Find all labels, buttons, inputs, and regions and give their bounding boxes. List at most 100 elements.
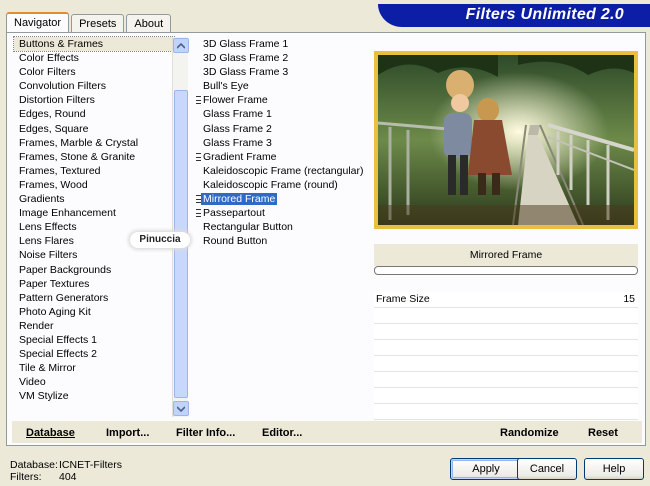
category-item[interactable]: Paper Backgrounds [14, 263, 174, 277]
marker-icon [196, 96, 201, 105]
watermark-label: Pinuccia [130, 232, 190, 248]
filter-item-label: Rectangular Button [203, 221, 293, 234]
chevron-up-icon [177, 42, 185, 49]
filter-item-label: 3D Glass Frame 3 [203, 66, 289, 79]
progress-bar [374, 266, 638, 275]
status-database-label: Database: [10, 459, 58, 471]
category-item[interactable]: Color Effects [14, 51, 174, 65]
banner-title: Filters Unlimited 2.0 [465, 6, 624, 23]
category-item[interactable]: Pattern Generators [14, 291, 174, 305]
filter-item-label: Glass Frame 1 [203, 108, 272, 121]
category-item[interactable]: Video [14, 375, 174, 389]
import-button[interactable]: Import... [106, 427, 149, 439]
category-list[interactable]: Buttons & Frames Color Effects Color Filte… [13, 35, 175, 417]
tab-about[interactable]: About [126, 14, 172, 32]
filter-item[interactable]: Round Button [198, 234, 366, 248]
filter-item[interactable]: Flower Frame [196, 93, 366, 107]
category-item[interactable]: Special Effects 1 [14, 333, 174, 347]
marker-icon [196, 195, 201, 204]
randomize-button[interactable]: Randomize [500, 427, 559, 439]
filter-item-label: 3D Glass Frame 1 [203, 38, 289, 50]
category-item[interactable]: Edges, Square [14, 122, 174, 136]
category-item[interactable]: Frames, Wood [14, 178, 174, 192]
filter-item[interactable]: Gradient Frame [196, 150, 366, 164]
filter-item[interactable]: Mirrored Frame [196, 192, 366, 206]
category-item[interactable]: Frames, Stone & Granite [14, 150, 174, 164]
empty-parameter-row [374, 388, 638, 404]
category-item[interactable]: Special Effects 2 [14, 347, 174, 361]
status-filters-value: 404 [59, 471, 77, 483]
tab-navigator[interactable]: Navigator [6, 12, 70, 32]
category-item[interactable]: Color Filters [14, 65, 174, 79]
filter-item[interactable]: Bull's Eye [198, 79, 366, 93]
marker-icon [196, 152, 201, 161]
filter-item-label: Glass Frame 2 [203, 122, 272, 135]
apply-button[interactable]: Apply [450, 458, 522, 480]
category-item[interactable]: Image Enhancement [14, 206, 174, 220]
scroll-down-button[interactable] [173, 401, 189, 416]
parameter-name: Frame Size [376, 293, 430, 305]
parameter-list: Frame Size 15 [374, 292, 638, 420]
editor-button[interactable]: Editor... [262, 427, 302, 439]
empty-parameter-row [374, 356, 638, 372]
filter-item-label: Passepartout [203, 207, 265, 220]
scroll-up-button[interactable] [173, 38, 189, 53]
empty-parameter-row [374, 404, 638, 420]
help-button[interactable]: Help [584, 458, 644, 480]
category-item[interactable]: Tile & Mirror [14, 361, 174, 375]
filter-info-button[interactable]: Filter Info... [176, 427, 235, 439]
status-filters: Filters: 404 [10, 471, 77, 483]
category-item[interactable]: Render [14, 319, 174, 333]
status-database: Database: ICNET-Filters [10, 459, 122, 471]
cancel-button[interactable]: Cancel [517, 458, 577, 480]
category-item[interactable]: Edges, Round [14, 107, 174, 121]
category-item[interactable]: Buttons & Frames [13, 35, 175, 53]
filter-item[interactable]: Glass Frame 1 [198, 107, 366, 121]
filter-item-label: Kaleidoscopic Frame (rectangular) [203, 164, 364, 177]
tab-presets[interactable]: Presets [71, 14, 125, 32]
category-item[interactable]: Frames, Textured [14, 164, 174, 178]
filter-item[interactable]: 3D Glass Frame 1 [198, 37, 366, 51]
status-database-value: ICNET-Filters [59, 459, 122, 471]
empty-parameter-row [374, 308, 638, 324]
empty-parameter-row [374, 324, 638, 340]
category-item[interactable]: Paper Textures [14, 277, 174, 291]
parameter-value: 15 [623, 293, 635, 305]
filter-item-label: Kaleidoscopic Frame (round) [203, 178, 338, 191]
marker-icon [196, 209, 201, 218]
preview-filter-name: Mirrored Frame [374, 244, 638, 266]
filter-item[interactable]: 3D Glass Frame 2 [198, 51, 366, 65]
filter-item[interactable]: Glass Frame 3 [198, 136, 366, 150]
filter-item-label: Mirrored Frame [201, 193, 278, 206]
preview-picture [377, 55, 635, 226]
chevron-down-icon [177, 405, 185, 412]
database-button[interactable]: Database [26, 427, 75, 439]
category-item[interactable]: Frames, Marble & Crystal [14, 136, 174, 150]
category-item[interactable]: VM Stylize [14, 389, 174, 403]
status-filters-label: Filters: [10, 471, 42, 483]
parameter-row[interactable]: Frame Size 15 [374, 292, 638, 308]
category-scrollbar[interactable] [172, 37, 189, 417]
filter-item[interactable]: Passepartout [196, 206, 366, 220]
filter-item[interactable]: 3D Glass Frame 3 [198, 65, 366, 79]
category-item[interactable]: Photo Aging Kit [14, 305, 174, 319]
tab-bar: Navigator Presets About [6, 12, 173, 32]
filter-item-label: 3D Glass Frame 2 [203, 52, 289, 65]
preview-image [374, 51, 638, 229]
filter-list[interactable]: 3D Glass Frame 1 3D Glass Frame 2 3D Glass… [196, 37, 366, 267]
category-item[interactable]: Convolution Filters [14, 79, 174, 93]
filter-item-label: Bull's Eye [203, 80, 249, 93]
filter-item[interactable]: Glass Frame 2 [198, 122, 366, 136]
category-item[interactable]: Distortion Filters [14, 93, 174, 107]
filter-item[interactable]: Kaleidoscopic Frame (round) [198, 178, 366, 192]
empty-parameter-row [374, 340, 638, 356]
title-banner: Filters Unlimited 2.0 [378, 4, 650, 27]
reset-button[interactable]: Reset [588, 427, 618, 439]
filter-item[interactable]: Rectangular Button [198, 220, 366, 234]
filter-item[interactable]: Kaleidoscopic Frame (rectangular) [198, 164, 366, 178]
empty-parameter-row [374, 372, 638, 388]
category-item[interactable]: Noise Filters [14, 248, 174, 262]
filter-item-label: Flower Frame [203, 94, 268, 107]
category-item[interactable]: Gradients [14, 192, 174, 206]
filter-item-label: Gradient Frame [203, 150, 277, 163]
